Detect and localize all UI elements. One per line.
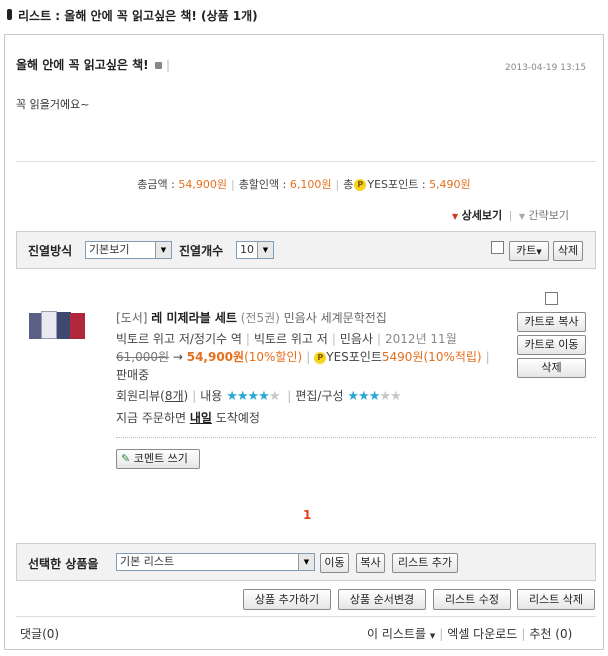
cart-dropdown-button[interactable]: 카트▼ <box>509 241 549 261</box>
edit-rating-stars: ★★★★★ <box>347 389 402 404</box>
footer-divider <box>16 616 596 617</box>
view-detail[interactable]: ▼ 상세보기 <box>452 209 502 222</box>
total-value: 54,900원 <box>178 178 227 191</box>
move-button[interactable]: 이동 <box>320 553 349 573</box>
add-list-button[interactable]: 리스트 추가 <box>392 553 458 573</box>
divider <box>16 161 596 162</box>
product-image[interactable] <box>29 311 85 341</box>
star-filled-icon: ★ <box>258 389 270 404</box>
star-filled-icon: ★ <box>247 389 260 404</box>
sale-price: 54,900원 <box>186 350 245 364</box>
reorder-button[interactable]: 상품 순서변경 <box>338 589 426 610</box>
bullet-icon <box>7 9 12 20</box>
product-delete-button[interactable]: 삭제 <box>517 358 586 378</box>
display-mode-label: 진열방식 <box>28 244 73 258</box>
product-rating-line: 회원리뷰(8개) | 내용 ★★★★★ | 편집/구성 ★★★★★ <box>116 389 402 404</box>
select-all-checkbox[interactable] <box>491 241 504 254</box>
delivery-info: 지금 주문하면 내일 도착예정 <box>116 411 260 425</box>
list-name: 올해 안에 꼭 읽고싶은 책! | <box>16 58 171 72</box>
totals: 총금액 : 54,900원 | 총할인액 : 6,100원 | 총 P YES포인트 : 5… <box>137 178 471 191</box>
lock-icon <box>154 62 162 69</box>
star-empty-icon: ★ <box>379 389 391 404</box>
display-count-label: 진열개수 <box>179 244 224 258</box>
copy-button[interactable]: 복사 <box>356 553 385 573</box>
selected-products-label: 선택한 상품을 <box>28 557 99 571</box>
recommend-link[interactable]: 추천 (0) <box>529 627 572 641</box>
copy-to-cart-button[interactable]: 카트로 복사 <box>517 312 586 332</box>
dotted-divider <box>116 437 596 438</box>
product-checkbox[interactable] <box>545 292 558 305</box>
points-value: 5,490원 <box>429 178 471 191</box>
this-list-menu[interactable]: 이 리스트를 ▼ <box>367 627 435 641</box>
review-count-link[interactable]: 8개 <box>165 389 184 403</box>
delete-button[interactable]: 삭제 <box>553 241 583 261</box>
page-title: 리스트 : 올해 안에 꼭 읽고싶은 책! (상품 1개) <box>18 9 258 23</box>
display-count-select[interactable]: 10 ▼ <box>236 241 274 259</box>
display-mode-select[interactable]: 기본보기 ▼ <box>85 241 172 259</box>
product-price-line: 61,000원 → 54,900원(10%할인) | P YES포인트5490원(10… <box>116 350 490 382</box>
move-to-cart-button[interactable]: 카트로 이동 <box>517 335 586 355</box>
product-title[interactable]: 레 미제라블 세트 <box>151 311 237 325</box>
triangle-down-icon: ▼ <box>452 212 459 221</box>
star-filled-icon: ★ <box>368 389 381 404</box>
footer-actions: 이 리스트를 ▼ | 엑셀 다운로드 | 추천 (0) <box>367 627 573 641</box>
star-empty-icon: ★ <box>268 389 281 404</box>
points-icon: P <box>354 179 367 191</box>
content-rating-stars: ★★★★★ <box>226 389 281 404</box>
product-author-line: 빅토르 위고 저/정기수 역 | 빅토르 위고 저 | 민음사 | 2012년 11월 <box>116 332 457 346</box>
list-description: 꼭 읽을거에요~ <box>16 98 90 111</box>
comments-count[interactable]: 댓글(0) <box>20 625 59 642</box>
star-filled-icon: ★ <box>226 389 238 404</box>
discount-value: 6,100원 <box>289 178 332 191</box>
list-date: 2013-04-19 13:15 <box>505 63 587 73</box>
chevron-down-icon: ▼ <box>257 242 273 258</box>
view-toggle: ▼ 상세보기 | ▼ 간략보기 <box>452 209 569 222</box>
target-list-select[interactable]: 기본 리스트 ▼ <box>116 553 315 571</box>
comment-button[interactable]: ✎ 코멘트 쓰기 <box>116 449 200 469</box>
caret-down-icon: ▼ <box>536 248 542 256</box>
star-filled-icon: ★ <box>236 389 249 404</box>
star-filled-icon: ★ <box>358 389 370 404</box>
star-empty-icon: ★ <box>390 389 402 404</box>
points-icon: P <box>314 351 327 364</box>
pencil-icon: ✎ <box>121 452 131 465</box>
star-filled-icon: ★ <box>347 389 359 404</box>
view-simple[interactable]: ▼ 간략보기 <box>519 209 569 222</box>
triangle-down-icon: ▼ <box>518 212 526 221</box>
excel-download-link[interactable]: 엑셀 다운로드 <box>447 627 517 641</box>
chevron-down-icon: ▼ <box>155 242 171 258</box>
chevron-down-icon: ▼ <box>298 554 314 570</box>
delete-list-button[interactable]: 리스트 삭제 <box>517 589 595 610</box>
edit-list-button[interactable]: 리스트 수정 <box>433 589 511 610</box>
title-bar: 리스트 : 올해 안에 꼭 읽고싶은 책! (상품 1개) <box>0 0 608 28</box>
add-product-button[interactable]: 상품 추가하기 <box>243 589 331 610</box>
product-title-line: [도서] 레 미제라블 세트 (전5권) 민음사 세계문학전집 <box>116 311 387 325</box>
page-number-current[interactable]: 1 <box>303 508 311 522</box>
